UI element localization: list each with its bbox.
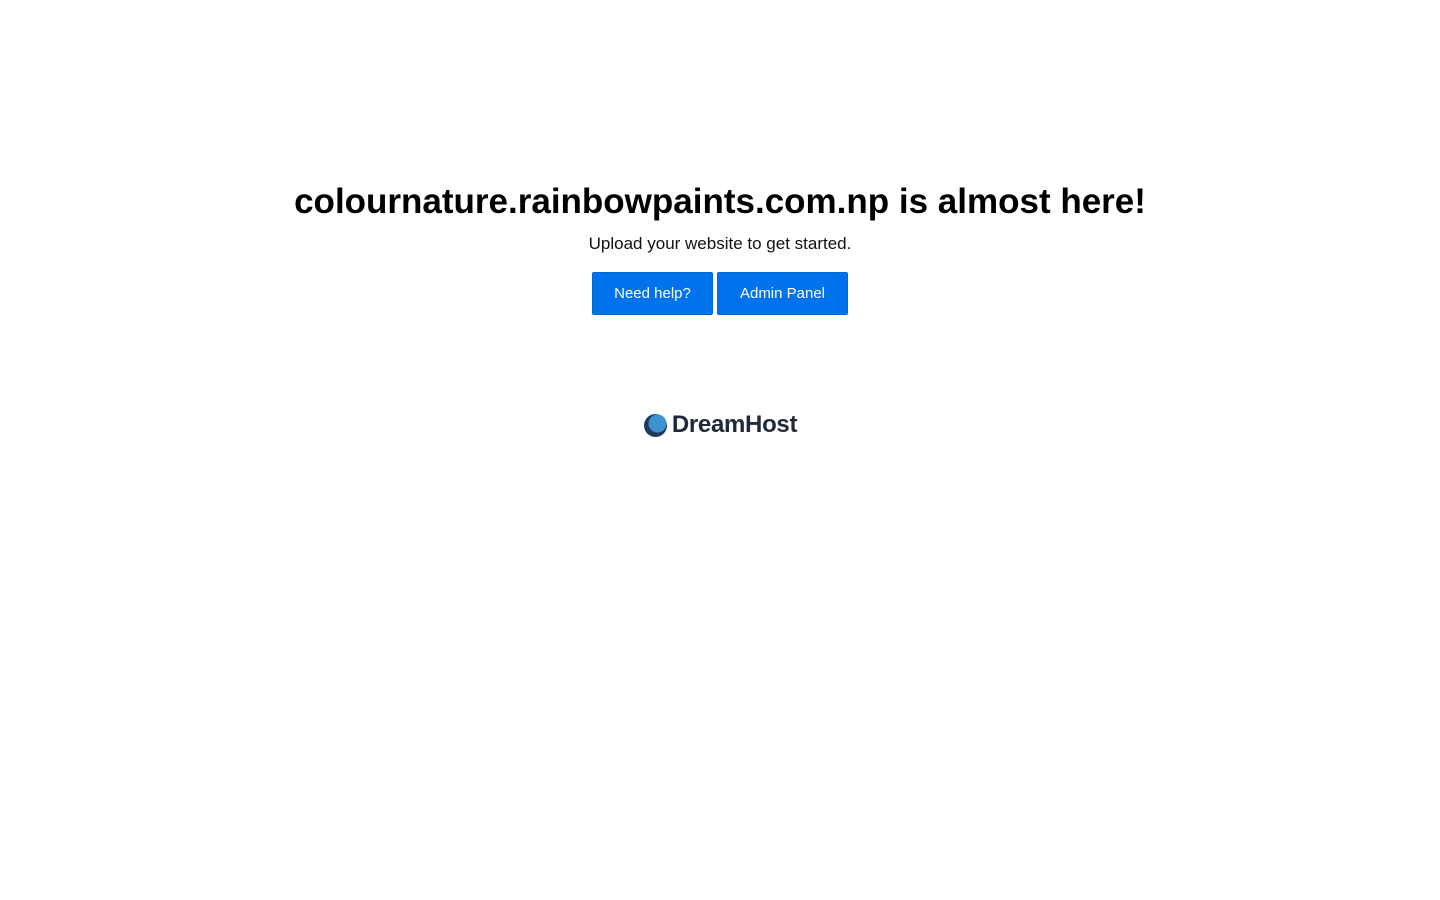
need-help-button[interactable]: Need help? <box>592 272 713 315</box>
page-title: colournature.rainbowpaints.com.np is alm… <box>294 182 1146 221</box>
admin-panel-button[interactable]: Admin Panel <box>717 272 848 315</box>
brand-logo: DreamHost <box>0 410 1440 440</box>
button-group: Need help? Admin Panel <box>0 272 1440 315</box>
main-content: colournature.rainbowpaints.com.np is alm… <box>0 181 1440 315</box>
brand-name: DreamHost <box>671 411 798 438</box>
page: colournature.rainbowpaints.com.np is alm… <box>0 0 1440 900</box>
subtitle: Upload your website to get started. <box>588 234 852 253</box>
dreamhost-moon-icon <box>643 413 667 437</box>
logo-inner[interactable]: DreamHost <box>643 410 797 440</box>
